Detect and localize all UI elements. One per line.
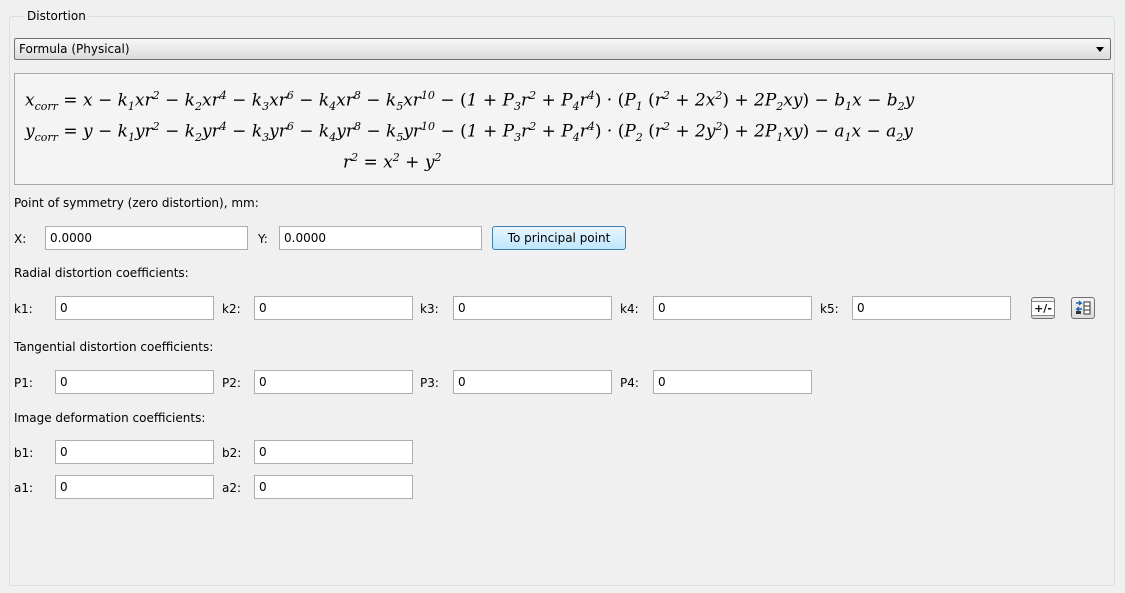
swap-columns-icon [1075,300,1091,315]
p4-label: P4: [620,376,639,390]
swap-coefficients-button[interactable] [1071,297,1095,319]
b2-label: b2: [222,446,242,460]
k2-input[interactable] [254,296,413,320]
group-title: Distortion [24,9,89,23]
p2-label: P2: [222,376,241,390]
model-select-value: Formula (Physical) [19,42,130,56]
symmetry-label: Point of symmetry (zero distortion), mm: [14,196,259,210]
radial-label: Radial distortion coefficients: [14,266,189,280]
y-label: Y: [258,232,268,246]
b2-input[interactable] [254,440,413,464]
to-principal-point-button[interactable]: To principal point [492,226,626,250]
b1-input[interactable] [55,440,214,464]
a2-label: a2: [222,481,242,495]
symmetry-x-input[interactable] [45,226,248,250]
symmetry-y-input[interactable] [279,226,482,250]
p3-input[interactable] [453,370,612,394]
a2-input[interactable] [254,475,413,499]
k2-label: k2: [222,302,241,316]
formula-x-line: xcorr = x − k1xr2 − k2xr4 − k3xr6 − k4xr… [25,89,915,114]
k4-input[interactable] [653,296,812,320]
tangential-label: Tangential distortion coefficients: [14,340,214,354]
formula-y-line: ycorr = y − k1yr2 − k2yr4 − k3yr6 − k4yr… [25,120,913,145]
k3-label: k3: [420,302,439,316]
p3-label: P3: [420,376,439,390]
plus-minus-icon: +/- [1031,300,1055,316]
k4-label: k4: [620,302,639,316]
toggle-sign-button[interactable]: +/- [1031,297,1055,319]
k1-label: k1: [14,302,33,316]
x-label: X: [14,232,27,246]
formula-display: xcorr = x − k1xr2 − k2xr4 − k3xr6 − k4xr… [14,73,1113,185]
a1-input[interactable] [55,475,214,499]
k3-input[interactable] [453,296,612,320]
a1-label: a1: [14,481,34,495]
k1-input[interactable] [55,296,214,320]
k5-label: k5: [820,302,839,316]
chevron-down-icon[interactable] [1096,47,1104,52]
k5-input[interactable] [852,296,1011,320]
deformation-label: Image deformation coefficients: [14,411,206,425]
distortion-model-select[interactable]: Formula (Physical) [14,38,1111,60]
p4-input[interactable] [653,370,812,394]
b1-label: b1: [14,446,34,460]
p2-input[interactable] [254,370,413,394]
p1-input[interactable] [55,370,214,394]
p1-label: P1: [14,376,33,390]
